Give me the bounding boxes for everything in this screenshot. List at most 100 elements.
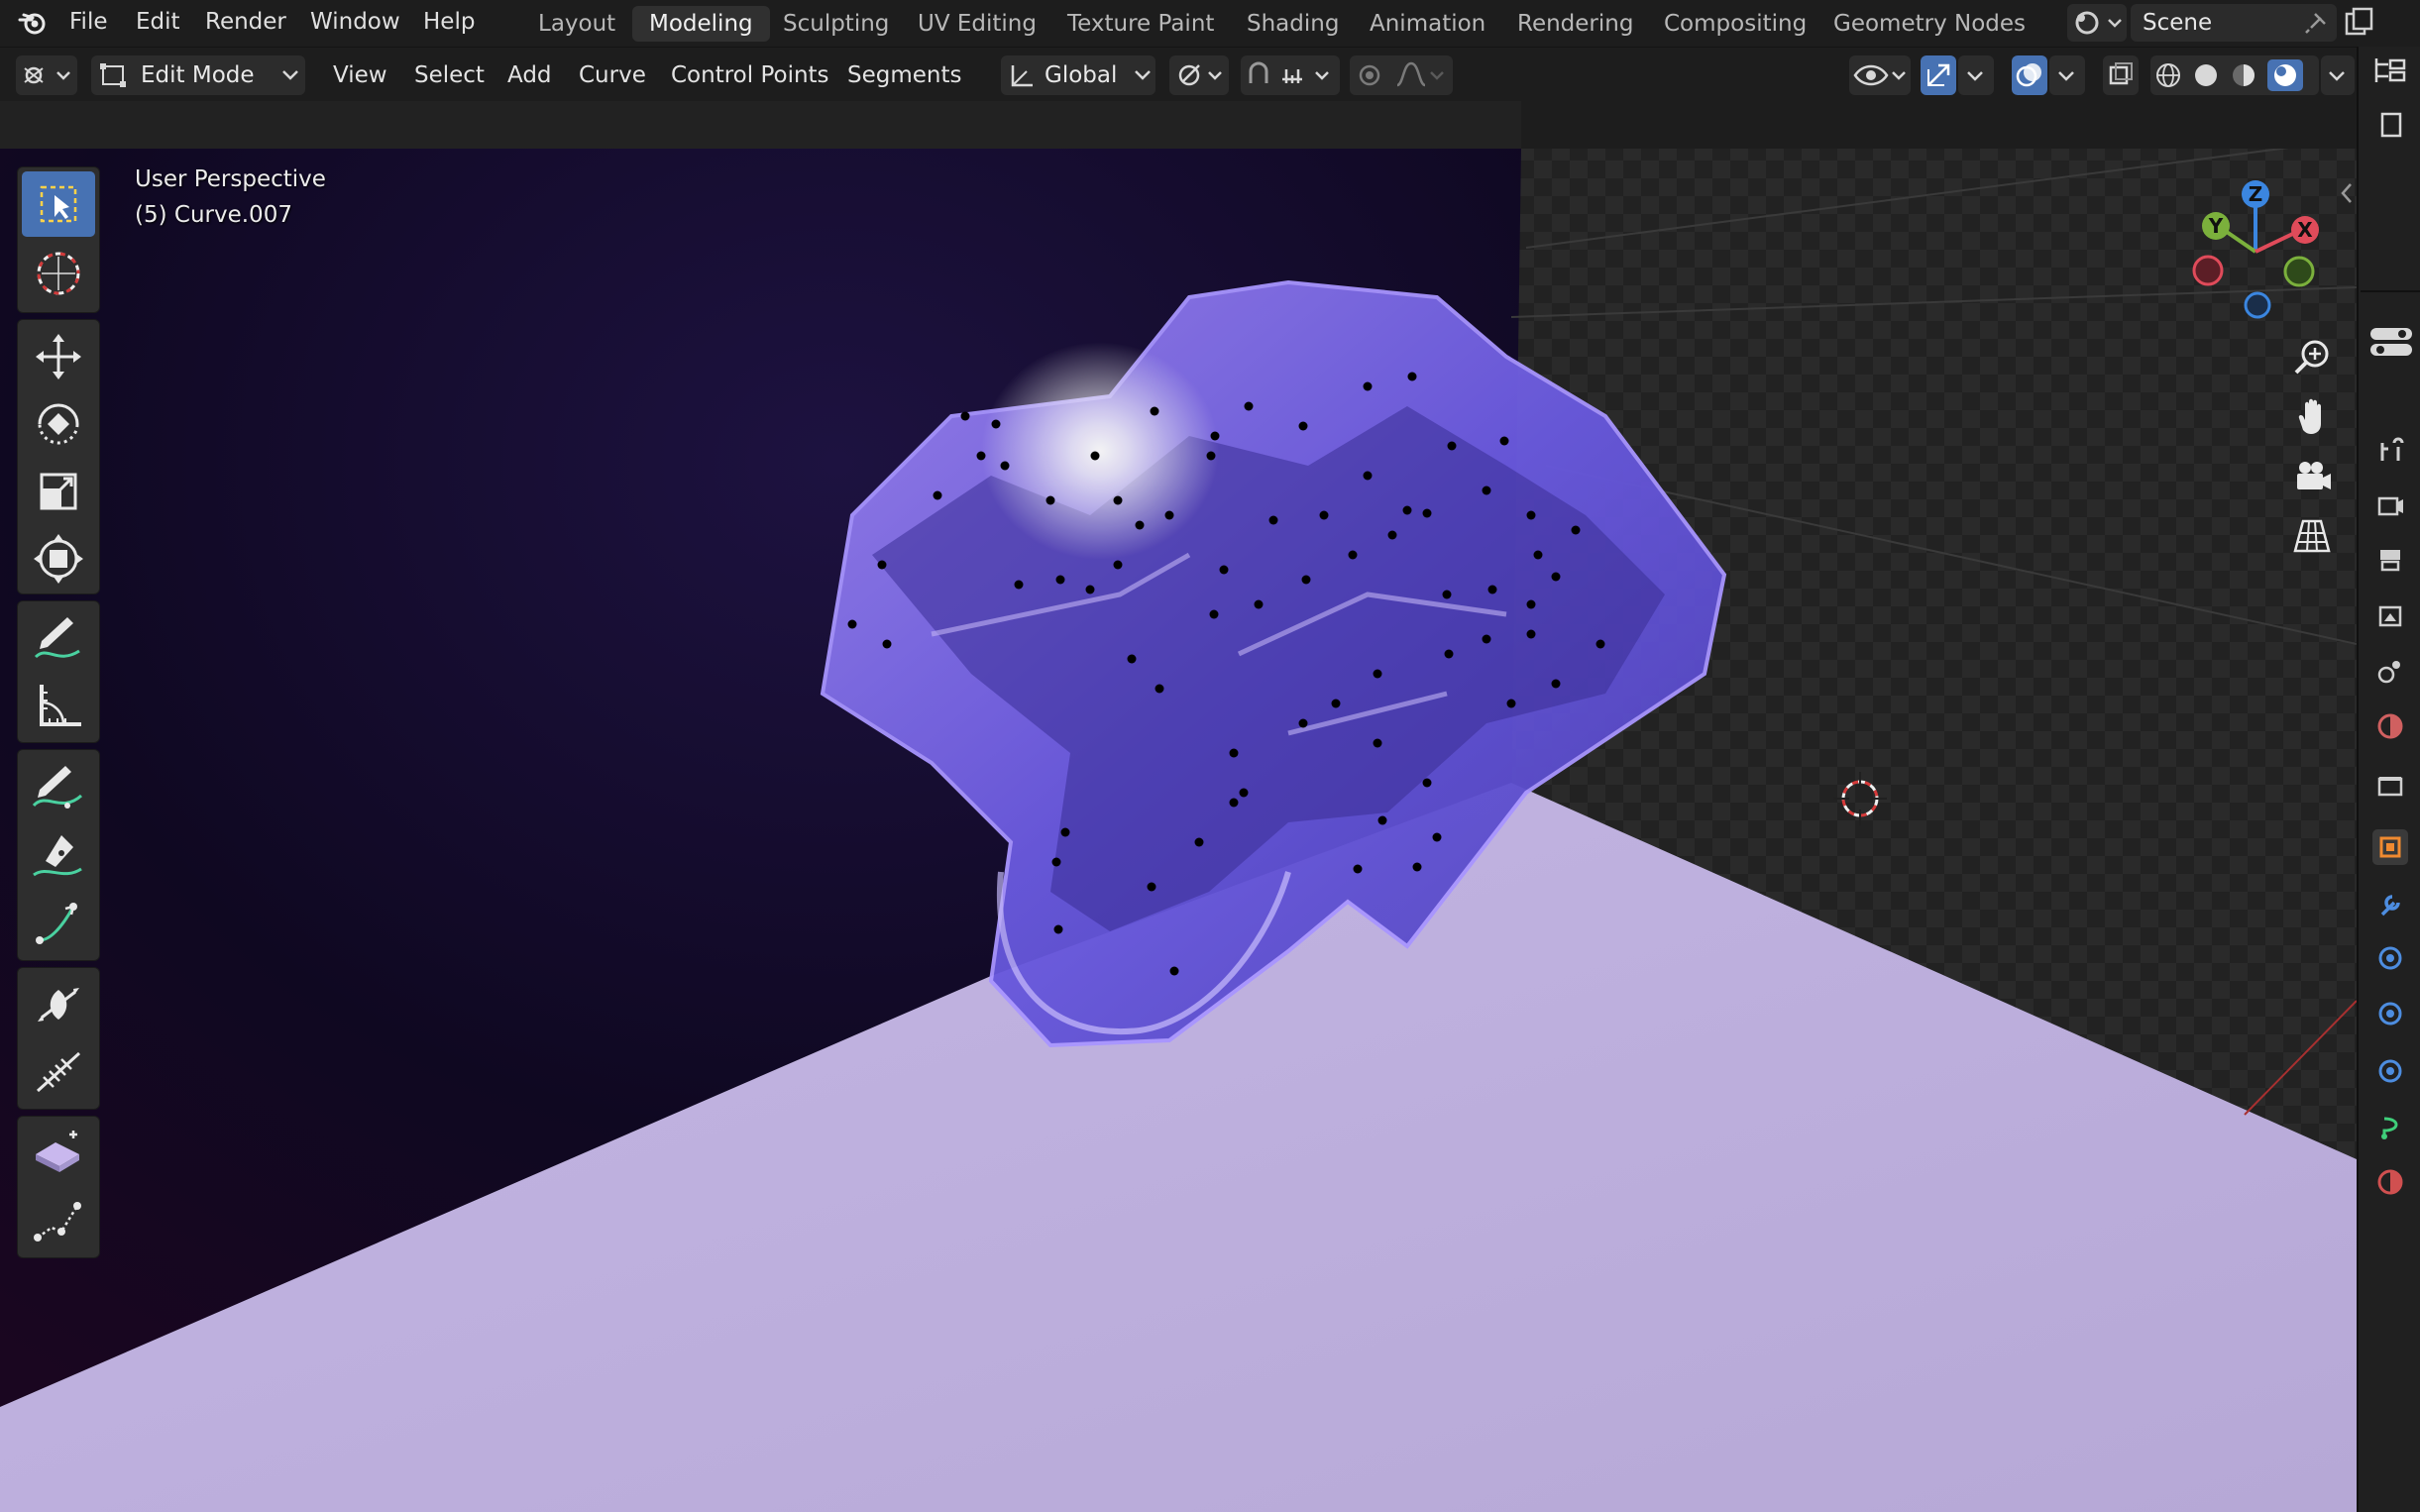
new-scene-icon[interactable] [2343,6,2376,40]
control-point[interactable] [976,451,986,461]
rotate-tool[interactable] [22,391,95,457]
control-point[interactable] [1150,406,1159,416]
select-box-tool[interactable] [22,171,95,237]
outliner-type-icon[interactable] [2368,53,2412,88]
properties-tab-constraints-icon[interactable] [2372,1053,2408,1089]
transform-tool[interactable] [22,526,95,592]
control-point[interactable] [1301,575,1311,585]
3d-viewport[interactable]: User Perspective (5) Curve.007 Z Y X [0,149,2357,1512]
properties-tab-object-icon[interactable] [2372,829,2408,865]
zoom-button[interactable] [2287,333,2337,382]
gizmo-y-axis[interactable]: Y [2202,212,2230,240]
perspective-toggle-button[interactable] [2287,511,2337,561]
control-point[interactable] [1239,788,1249,798]
radius-tool[interactable] [22,972,95,1037]
control-point[interactable] [1402,505,1412,515]
control-point[interactable] [1447,441,1457,451]
gizmo-dropdown[interactable] [1958,55,1994,95]
header-menu-curve[interactable]: Curve [579,55,646,95]
scene-selector[interactable] [2067,4,2127,42]
tab-layout[interactable]: Layout [521,6,632,42]
pen-tool[interactable] [22,821,95,887]
material-preview-icon[interactable] [2233,64,2255,86]
control-point[interactable] [1506,699,1516,708]
control-point[interactable] [1229,798,1239,808]
control-point[interactable] [882,639,892,649]
menu-help[interactable]: Help [423,0,475,44]
shading-mode-selector[interactable] [2150,55,2319,95]
tab-sculpting[interactable]: Sculpting [766,6,906,42]
randomize-tool[interactable] [22,1121,95,1186]
control-point[interactable] [1055,575,1065,585]
control-point[interactable] [1482,634,1491,644]
control-point[interactable] [1551,572,1561,582]
curve-vertex-tool[interactable] [22,1188,95,1253]
control-point[interactable] [847,619,857,629]
properties-type-icon[interactable] [2366,322,2416,362]
tab-shading[interactable]: Shading [1230,6,1356,42]
control-point[interactable] [877,560,887,570]
control-point[interactable] [1090,451,1100,461]
mode-selector[interactable]: Edit Mode [91,55,305,95]
header-menu-select[interactable]: Select [414,55,485,95]
control-point[interactable] [1113,560,1123,570]
control-point[interactable] [1387,530,1397,540]
properties-tab-physics-icon[interactable] [2372,996,2408,1031]
editor-type-button[interactable] [16,55,77,95]
control-point[interactable] [1526,599,1536,609]
control-point[interactable] [1363,381,1373,391]
control-point[interactable] [1407,372,1417,381]
overlays-dropdown[interactable] [2049,55,2085,95]
tilt-tool[interactable] [22,1039,95,1105]
pan-button[interactable] [2287,392,2337,442]
wireframe-shading-icon[interactable] [2156,63,2180,87]
menu-window[interactable]: Window [310,0,400,44]
gizmo-neg-x[interactable] [2192,255,2224,286]
control-point[interactable] [1412,862,1422,872]
control-point[interactable] [1298,718,1308,728]
scale-tool[interactable] [22,459,95,524]
control-point[interactable] [1482,486,1491,495]
control-point[interactable] [1422,778,1432,788]
properties-tab-material-icon[interactable] [2372,1164,2408,1200]
gizmo-z-axis[interactable]: Z [2242,180,2269,208]
control-point[interactable] [1432,832,1442,842]
navigation-gizmo[interactable]: Z Y X [2180,168,2329,327]
control-point[interactable] [1135,520,1145,530]
properties-tab-tool-icon[interactable] [2372,433,2408,469]
extrude-tool[interactable] [22,889,95,954]
control-point[interactable] [1206,451,1216,461]
control-point[interactable] [1571,525,1581,535]
proportional-editing-controls[interactable] [1350,55,1453,95]
control-point[interactable] [1164,510,1174,520]
control-point[interactable] [1422,508,1432,518]
gizmo-neg-z[interactable] [2244,291,2271,319]
control-point[interactable] [1526,510,1536,520]
move-tool[interactable] [22,324,95,389]
control-point[interactable] [1060,827,1070,837]
properties-tab-data-icon[interactable] [2372,1109,2408,1144]
control-point[interactable] [1373,738,1382,748]
control-point[interactable] [1298,421,1308,431]
header-menu-segments[interactable]: Segments [847,55,961,95]
control-point[interactable] [1499,436,1509,446]
draw-curve-tool[interactable] [22,754,95,819]
menu-edit[interactable]: Edit [136,0,180,44]
solid-shading-icon[interactable] [2195,64,2217,86]
properties-tab-render-icon[interactable] [2372,488,2408,524]
control-point[interactable] [1147,882,1156,892]
control-point[interactable] [1085,585,1095,594]
camera-view-button[interactable] [2287,452,2337,501]
properties-tab-view-layer-icon[interactable] [2372,597,2408,633]
control-point[interactable] [991,419,1001,429]
control-point[interactable] [1348,550,1358,560]
gizmo-x-axis[interactable]: X [2291,216,2319,244]
transform-orientation-selector[interactable]: Global [1001,55,1155,95]
control-point[interactable] [933,490,942,500]
control-point[interactable] [1053,924,1063,934]
control-point[interactable] [1113,495,1123,505]
properties-tab-scene-icon[interactable] [2372,653,2408,689]
properties-tab-world-icon[interactable] [2372,708,2408,744]
rendered-shading-icon[interactable] [2267,59,2303,91]
blender-logo-icon[interactable] [18,8,48,38]
